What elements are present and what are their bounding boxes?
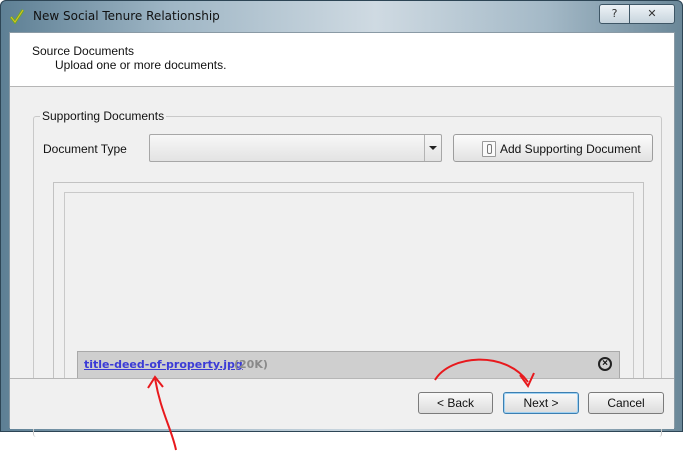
dialog-window: New Social Tenure Relationship ? ✕ Sourc… [0,0,683,437]
wizard-footer: < Back Next > Cancel [10,378,674,429]
paperclip-icon [482,141,496,157]
add-supporting-document-button[interactable]: Add Supporting Document [453,134,653,162]
document-link[interactable]: title-deed-of-property.jpg [84,358,243,371]
document-type-select[interactable] [149,134,442,162]
wizard-header: Source Documents Upload one or more docu… [10,33,674,87]
remove-document-icon[interactable]: × [598,357,612,371]
document-type-label: Document Type [43,142,127,156]
document-size: (20K) [234,358,268,371]
group-title: Supporting Documents [40,109,167,123]
chevron-down-icon[interactable] [424,135,441,161]
help-button[interactable]: ? [599,4,630,24]
add-button-label: Add Supporting Document [500,142,641,156]
next-button[interactable]: Next > [503,392,579,414]
back-button[interactable]: < Back [418,392,493,414]
document-item: title-deed-of-property.jpg (20K) × [77,351,620,378]
title-bar[interactable]: New Social Tenure Relationship ? ✕ [0,0,683,32]
close-button[interactable]: ✕ [629,4,675,24]
cancel-button[interactable]: Cancel [588,392,664,414]
page-subtitle: Upload one or more documents. [55,58,227,72]
dialog-client: Source Documents Upload one or more docu… [9,32,675,437]
window-title: New Social Tenure Relationship [33,9,220,23]
app-logo-icon [9,9,25,24]
page-title: Source Documents [32,44,135,58]
